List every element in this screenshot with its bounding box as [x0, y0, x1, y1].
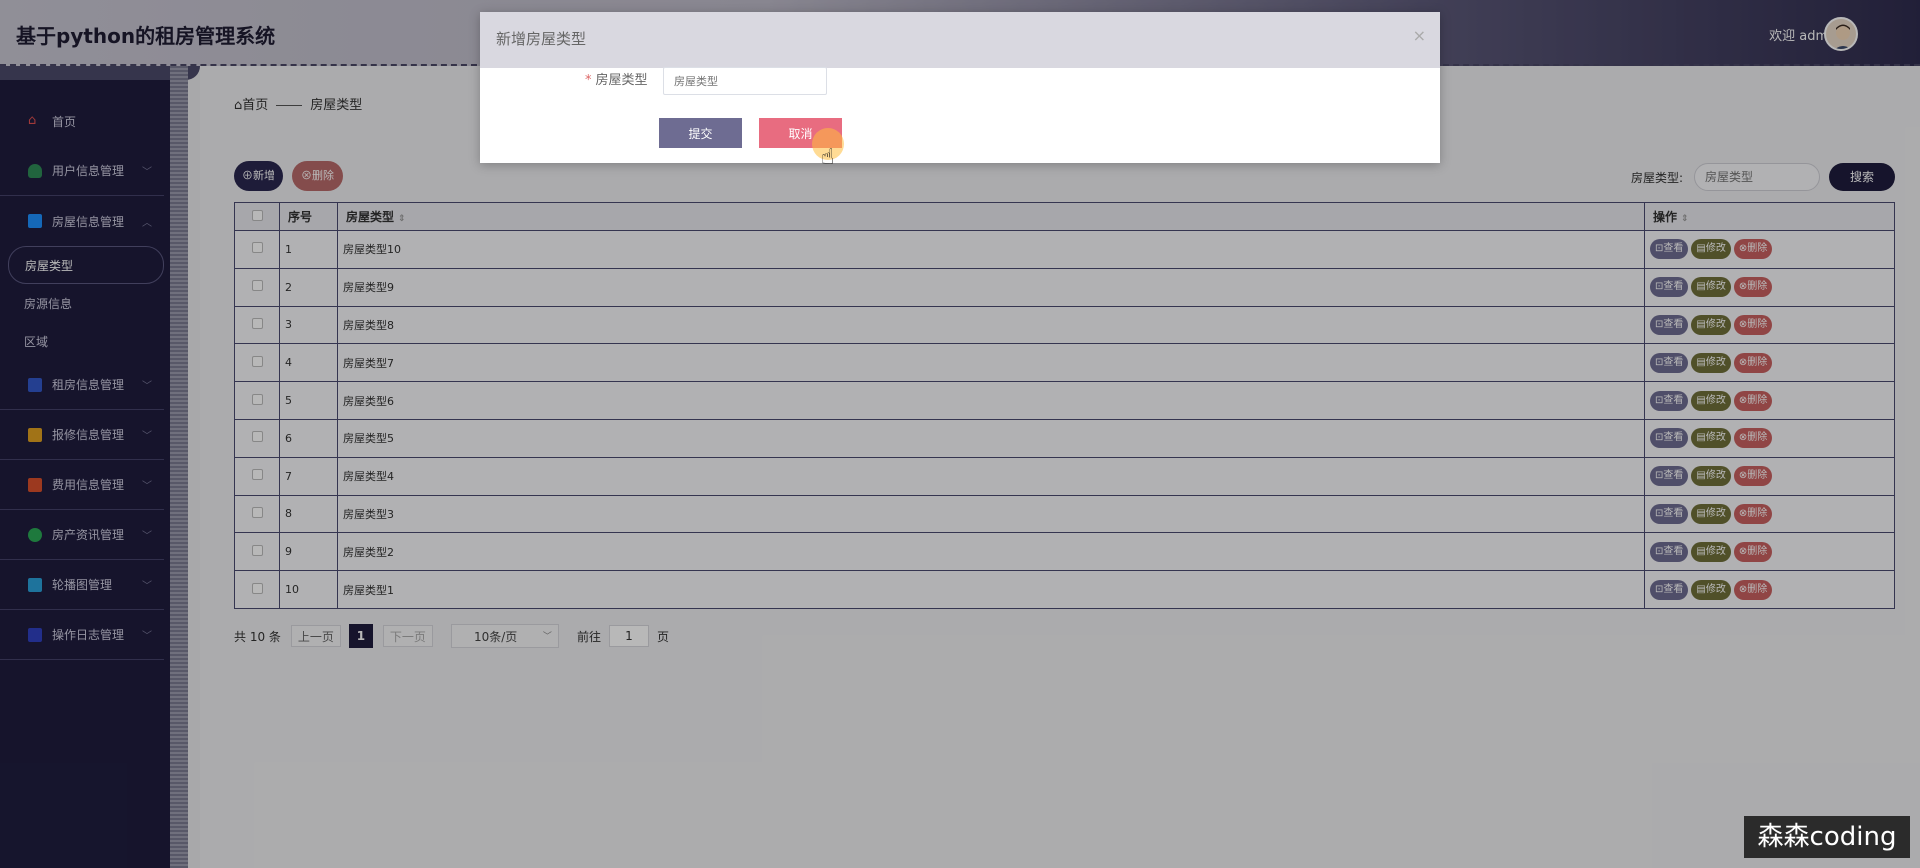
submit-button[interactable]: 提交	[659, 118, 742, 148]
add-house-type-dialog: 新增房屋类型 × *房屋类型 提交 取消	[480, 12, 1440, 163]
dialog-header: 新增房屋类型 ×	[480, 12, 1440, 68]
house-type-input[interactable]	[663, 67, 827, 95]
house-type-field-label: * 房屋类型	[585, 69, 648, 88]
required-mark: *	[585, 73, 592, 88]
close-icon[interactable]: ×	[1413, 26, 1426, 45]
dialog-title: 新增房屋类型	[496, 30, 587, 48]
hand-cursor-icon: ☝	[821, 145, 835, 170]
watermark: 森森coding	[1744, 816, 1910, 858]
house-type-label-text: 房屋类型	[595, 73, 648, 88]
